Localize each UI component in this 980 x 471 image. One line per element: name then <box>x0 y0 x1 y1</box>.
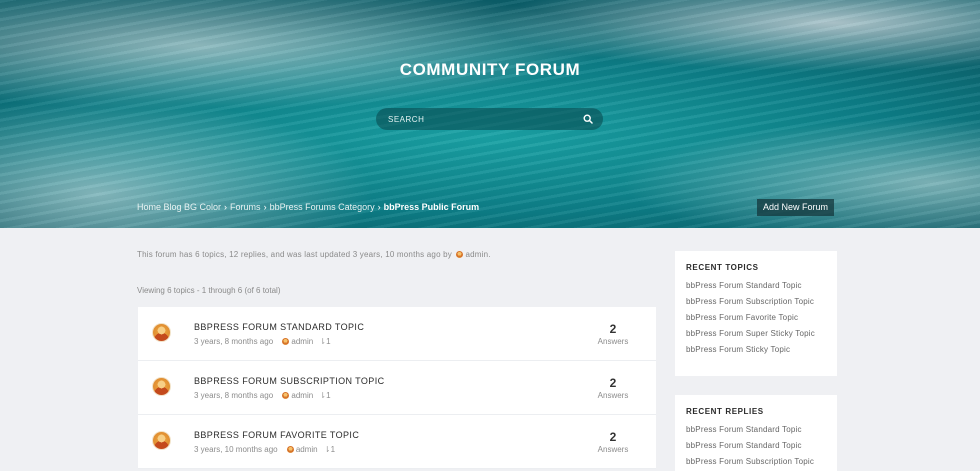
table-row: BBPRESS FORUM SUBSCRIPTION TOPIC 3 years… <box>138 361 656 415</box>
answer-count: 2 <box>609 430 617 444</box>
topic-votes: 1 <box>330 445 336 454</box>
topic-list: BBPRESS FORUM STANDARD TOPIC 3 years, 8 … <box>138 307 656 469</box>
topic-title[interactable]: BBPRESS FORUM STANDARD TOPIC <box>194 322 364 332</box>
thumb-icon: ⇂ <box>323 445 331 454</box>
author-avatar-icon <box>286 446 294 453</box>
topic-meta: 3 years, 8 months ago admin ⇂1 <box>194 337 331 346</box>
recent-reply-link[interactable]: bbPress Forum Subscription Topic <box>686 457 826 466</box>
breadcrumb-forums[interactable]: Forums <box>230 202 261 212</box>
recent-topic-link[interactable]: bbPress Forum Super Sticky Topic <box>686 329 826 338</box>
author-avatar-icon <box>282 338 290 345</box>
avatar[interactable] <box>152 377 171 396</box>
topic-time[interactable]: 3 years, 8 months ago <box>194 391 273 400</box>
recent-topic-link[interactable]: bbPress Forum Sticky Topic <box>686 345 826 354</box>
table-row: BBPRESS FORUM STANDARD TOPIC 3 years, 8 … <box>138 307 656 361</box>
topic-author[interactable]: admin <box>291 391 313 400</box>
breadcrumb-separator: › <box>377 202 381 212</box>
breadcrumb: Home Blog BG Color › Forums › bbPress Forums… <box>137 202 479 212</box>
topic-title[interactable]: BBPRESS FORUM SUBSCRIPTION TOPIC <box>194 376 385 386</box>
topic-votes: 1 <box>326 337 331 346</box>
breadcrumb-separator: › <box>263 202 267 212</box>
pagination-count: Viewing 6 topics - 1 through 6 (of 6 tot… <box>137 286 281 295</box>
topic-author[interactable]: admin <box>291 337 313 346</box>
author-avatar-icon <box>282 392 290 399</box>
search-icon[interactable] <box>583 114 593 124</box>
recent-reply-link[interactable]: bbPress Forum Standard Topic <box>686 441 826 450</box>
recent-topic-link[interactable]: bbPress Forum Favorite Topic <box>686 313 826 322</box>
topic-author[interactable]: admin <box>296 445 318 454</box>
search-bar[interactable] <box>376 108 603 130</box>
forum-info-author[interactable]: admin. <box>465 250 490 259</box>
answer-label: Answers <box>597 391 629 400</box>
search-input[interactable] <box>386 111 576 127</box>
topic-title[interactable]: BBPRESS FORUM FAVORITE TOPIC <box>194 430 359 440</box>
breadcrumb-category[interactable]: bbPress Forums Category <box>270 202 375 212</box>
recent-reply-link[interactable]: bbPress Forum Standard Topic <box>686 425 826 434</box>
breadcrumb-current: bbPress Public Forum <box>383 202 480 212</box>
breadcrumb-separator: › <box>224 202 228 212</box>
recent-topics-widget: RECENT TOPICS bbPress Forum Standard Top… <box>675 251 837 376</box>
table-row: BBPRESS FORUM FAVORITE TOPIC 3 years, 10… <box>138 415 656 469</box>
topic-time[interactable]: 3 years, 10 months ago <box>194 445 278 454</box>
author-avatar-icon <box>456 251 464 258</box>
topic-meta: 3 years, 10 months ago admin ⇂1 <box>194 445 335 454</box>
avatar[interactable] <box>152 431 171 450</box>
widget-title: RECENT TOPICS <box>686 263 759 272</box>
page-title: COMMUNITY FORUM <box>399 60 581 79</box>
answer-count: 2 <box>609 376 617 390</box>
add-new-forum-button[interactable]: Add New Forum <box>757 199 835 216</box>
recent-topic-link[interactable]: bbPress Forum Subscription Topic <box>686 297 826 306</box>
topic-votes: 1 <box>326 391 331 400</box>
avatar[interactable] <box>152 323 171 342</box>
answer-count: 2 <box>609 322 617 336</box>
answer-label: Answers <box>597 337 629 346</box>
answer-label: Answers <box>597 445 629 454</box>
hero-banner: COMMUNITY FORUM Home Blog BG Color›Forum… <box>0 0 980 228</box>
forum-info-text: This forum has 6 topics, 12 replies, and… <box>137 250 452 259</box>
breadcrumb-home[interactable]: Home Blog BG Color <box>137 202 221 212</box>
recent-replies-widget: RECENT REPLIES bbPress Forum Standard To… <box>675 395 837 471</box>
recent-topic-link[interactable]: bbPress Forum Standard Topic <box>686 281 826 290</box>
widget-title: RECENT REPLIES <box>686 407 764 416</box>
topic-time[interactable]: 3 years, 8 months ago <box>194 337 273 346</box>
forum-info: This forum has 6 topics, 12 replies, and… <box>137 250 491 259</box>
topic-meta: 3 years, 8 months ago admin ⇂1 <box>194 391 331 400</box>
